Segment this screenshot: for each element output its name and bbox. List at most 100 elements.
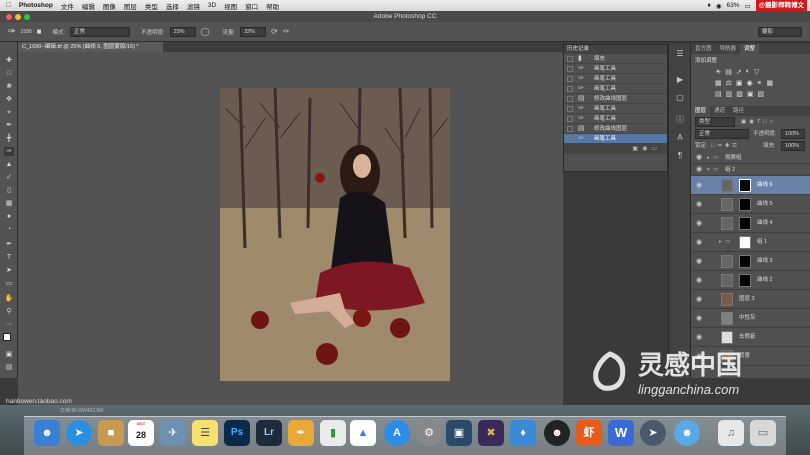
- layer-row[interactable]: ◉ ▸ ▭ 观察组: [691, 152, 810, 164]
- battery-icon[interactable]: ▭: [745, 2, 751, 10]
- notes-icon[interactable]: ☰: [192, 420, 218, 446]
- threshold-icon[interactable]: ▧: [736, 90, 743, 98]
- history-source-checkbox[interactable]: [567, 66, 573, 72]
- clone-stamp-tool-icon[interactable]: ▲: [4, 160, 14, 169]
- menu-select[interactable]: 选择: [166, 1, 179, 11]
- menu-layer[interactable]: 图层: [124, 1, 137, 11]
- tab-adjustments[interactable]: 调整: [740, 44, 760, 54]
- tab-histogram[interactable]: 直方图: [691, 44, 716, 54]
- visibility-eye-icon[interactable]: ◉: [696, 271, 704, 290]
- final-cut-icon[interactable]: ✖: [478, 420, 504, 446]
- history-item[interactable]: ▤ 修改曲线图层: [564, 94, 667, 104]
- history-brush-tool-icon[interactable]: ✓: [4, 173, 14, 182]
- brush-tool-icon[interactable]: ✑: [4, 147, 14, 156]
- trash-can-icon[interactable]: ▭: [750, 420, 776, 446]
- close-window-button[interactable]: [6, 14, 12, 20]
- visibility-eye-icon[interactable]: ◉: [696, 152, 704, 164]
- history-source-checkbox[interactable]: [567, 96, 573, 102]
- tab-navigator[interactable]: 导航器: [716, 44, 741, 54]
- play-actions-icon[interactable]: ▶: [674, 74, 686, 86]
- pen-tool-icon[interactable]: ✒: [4, 240, 14, 249]
- app-store-icon[interactable]: A: [384, 420, 410, 446]
- history-item[interactable]: ▤ 修改曲线图层: [564, 124, 667, 134]
- snapshot-icon[interactable]: ◉: [642, 146, 651, 152]
- tab-channels[interactable]: 通道: [710, 106, 729, 116]
- type-tool-icon[interactable]: T: [4, 253, 14, 262]
- color-balance-icon[interactable]: ⚖: [726, 79, 732, 87]
- screen-mode-icon[interactable]: ▤: [4, 363, 14, 372]
- layer-row-selected[interactable]: ◉ 曲线 6: [691, 176, 810, 195]
- properties-icon[interactable]: ▢: [674, 92, 686, 104]
- zoom-window-button[interactable]: [24, 14, 30, 20]
- airbrush-icon[interactable]: ⟳: [271, 27, 278, 36]
- gradient-map-icon[interactable]: ▨: [758, 90, 765, 98]
- visibility-eye-icon[interactable]: ◉: [696, 214, 704, 233]
- opacity-input[interactable]: 23%: [169, 26, 196, 37]
- menu-window[interactable]: 窗口: [245, 1, 258, 11]
- collapse-arrow-icon[interactable]: ▾: [707, 164, 710, 176]
- quick-mask-icon[interactable]: ▣: [4, 350, 14, 359]
- image-capture-icon[interactable]: ▣: [446, 420, 472, 446]
- layer-row[interactable]: ◉ 去瑕疵: [691, 328, 810, 347]
- foreground-color-swatch[interactable]: [3, 333, 11, 341]
- history-source-checkbox[interactable]: [567, 86, 573, 92]
- preview-icon[interactable]: ✈: [160, 420, 186, 446]
- eyedropper-tool-icon[interactable]: ✒: [4, 121, 14, 130]
- path-select-tool-icon[interactable]: ➤: [4, 266, 14, 275]
- wifi-icon[interactable]: ◉: [716, 2, 722, 10]
- layer-row[interactable]: ◉ ▸ ▭ 组 1: [691, 233, 810, 252]
- photoshop-icon[interactable]: Ps: [224, 420, 250, 446]
- channel-mixer-icon[interactable]: ⚭: [757, 79, 763, 87]
- lasso-tool-icon[interactable]: ❀: [4, 82, 14, 91]
- history-source-checkbox[interactable]: [567, 56, 573, 62]
- posterize-icon[interactable]: ▥: [726, 90, 733, 98]
- layer-mask-thumbnail[interactable]: [739, 274, 751, 287]
- finder-icon[interactable]: ☻: [34, 420, 60, 446]
- pressure-opacity-icon[interactable]: ◯: [201, 27, 210, 36]
- menu-image[interactable]: 图像: [103, 1, 116, 11]
- zoom-tool-icon[interactable]: ⚲: [4, 307, 14, 316]
- crop-tool-icon[interactable]: ⌖: [4, 108, 14, 117]
- quick-select-tool-icon[interactable]: ✥: [4, 95, 14, 104]
- layer-row[interactable]: ◉ 曲线 3: [691, 252, 810, 271]
- healing-brush-tool-icon[interactable]: ╋: [4, 134, 14, 143]
- visibility-eye-icon[interactable]: ◉: [696, 328, 704, 347]
- menu-view[interactable]: 视图: [224, 1, 237, 11]
- layer-row[interactable]: ◉ 曲线 4: [691, 214, 810, 233]
- layer-row[interactable]: ◉ 曲线 5: [691, 195, 810, 214]
- calendar-icon[interactable]: OCT 28: [128, 420, 154, 446]
- dropbox-icon[interactable]: ♦: [707, 2, 710, 9]
- layer-row[interactable]: ◉ ▾ ▭ 组 2: [691, 164, 810, 176]
- tweetbot-icon[interactable]: ☻: [674, 420, 700, 446]
- keynote-icon[interactable]: ▲: [350, 420, 376, 446]
- layer-row[interactable]: ◉ 图层 3: [691, 290, 810, 309]
- document-photo[interactable]: [220, 88, 450, 381]
- layer-kind-filter[interactable]: 类型: [695, 117, 735, 127]
- apple-icon[interactable]: : [6, 2, 11, 9]
- pressure-size-icon[interactable]: ✑: [283, 27, 290, 36]
- history-panel-title[interactable]: 历史记录: [564, 45, 667, 54]
- vibrance-icon[interactable]: ▽: [754, 68, 759, 76]
- menu-filter[interactable]: 滤镜: [187, 1, 200, 11]
- expand-arrow-icon[interactable]: ▸: [707, 152, 710, 164]
- history-panel-icon[interactable]: ☰: [674, 48, 686, 60]
- group-mask-thumbnail[interactable]: [739, 236, 751, 249]
- layer-mask-thumbnail[interactable]: [739, 179, 751, 192]
- visibility-eye-icon[interactable]: ◉: [696, 164, 704, 176]
- history-item[interactable]: ▮ 填充: [564, 54, 667, 64]
- history-item[interactable]: ✑ 画笔工具: [564, 64, 667, 74]
- paragraph-icon[interactable]: ¶: [674, 150, 686, 162]
- new-document-from-state-icon[interactable]: ▣: [632, 146, 642, 152]
- trash-icon[interactable]: ▭: [651, 146, 661, 152]
- move-tool-icon[interactable]: ✚: [4, 56, 14, 65]
- minimize-window-button[interactable]: [15, 14, 21, 20]
- blend-mode-select[interactable]: 正常: [695, 129, 749, 139]
- launchpad-icon[interactable]: ➤: [640, 420, 666, 446]
- history-source-checkbox[interactable]: [567, 136, 573, 142]
- app-menu[interactable]: Photoshop: [19, 2, 53, 9]
- migration-icon[interactable]: ♦: [510, 420, 536, 446]
- history-source-checkbox[interactable]: [567, 106, 573, 112]
- workspace-select[interactable]: 摄影: [758, 27, 802, 37]
- selective-color-icon[interactable]: ▣: [747, 90, 754, 98]
- hand-tool-icon[interactable]: ✋: [4, 294, 14, 303]
